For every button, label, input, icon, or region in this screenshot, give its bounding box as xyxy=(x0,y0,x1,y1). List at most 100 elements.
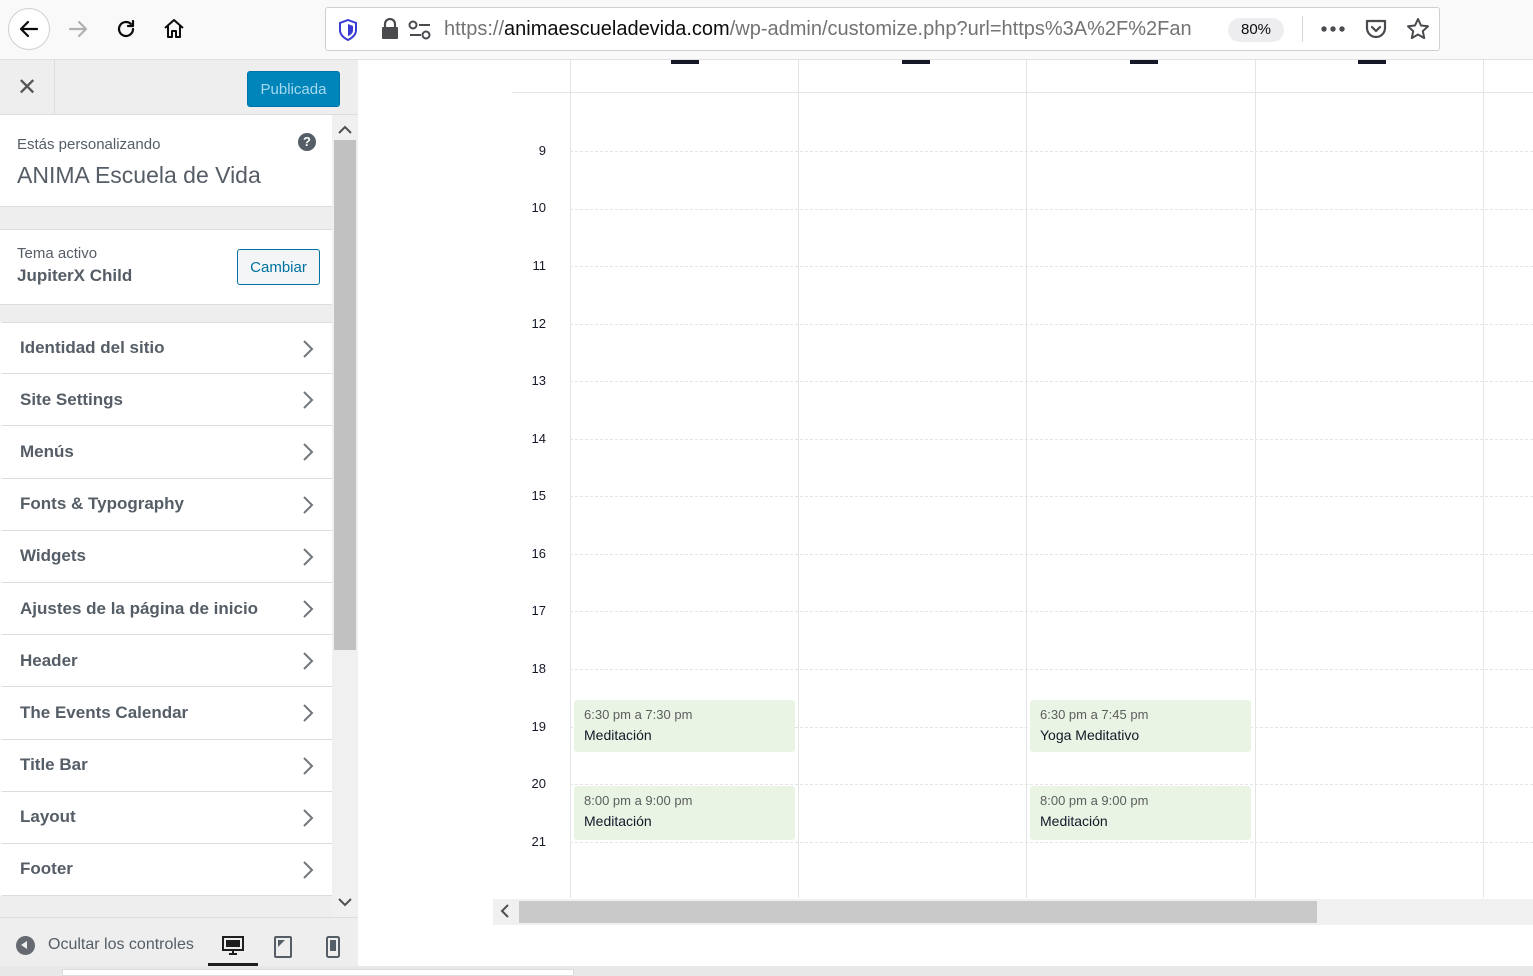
day-number-cropped xyxy=(902,60,930,64)
site-title: ANIMA Escuela de Vida xyxy=(17,162,261,188)
customizer-sidebar: ✕ Publicada Estás personalizando ANIMA E… xyxy=(0,60,358,976)
event-title[interactable]: Meditación xyxy=(584,813,785,829)
chevron-right-icon xyxy=(303,652,314,670)
event-time: 8:00 pm a 9:00 pm xyxy=(1040,793,1149,808)
url-prefix: https:// xyxy=(444,18,505,40)
hour-label: 14 xyxy=(531,431,546,446)
calendar-event[interactable]: 6:30 pm a 7:45 pm Yoga Meditativo xyxy=(1030,700,1251,752)
chevron-right-icon xyxy=(303,600,314,618)
collapse-icon[interactable] xyxy=(16,936,35,955)
event-time: 6:30 pm a 7:30 pm xyxy=(584,707,693,722)
more-actions-icon[interactable] xyxy=(1320,24,1346,34)
preview-horizontal-scrollbar[interactable] xyxy=(493,899,1533,925)
event-title[interactable]: Yoga Meditativo xyxy=(1040,727,1241,743)
lock-icon[interactable] xyxy=(380,18,400,40)
active-theme-section: Tema activo JupiterX Child Cambiar xyxy=(0,229,332,305)
customizer-info: Estás personalizando ANIMA Escuela de Vi… xyxy=(0,115,332,207)
panel-site-settings[interactable]: Site Settings xyxy=(0,374,332,427)
panel-site-identity[interactable]: Identidad del sitio xyxy=(0,322,332,375)
panel-title-bar[interactable]: Title Bar xyxy=(0,739,332,792)
customizer-panels-scroll[interactable]: Estás personalizando ANIMA Escuela de Vi… xyxy=(0,115,332,957)
day-column xyxy=(570,60,571,898)
hour-label: 17 xyxy=(531,603,546,618)
scroll-down-icon[interactable] xyxy=(337,895,353,911)
bottom-frame-strip xyxy=(0,966,1533,976)
sidebar-scrollbar-thumb[interactable] xyxy=(334,140,356,650)
panel-label: Menús xyxy=(20,441,74,461)
mobile-icon xyxy=(326,936,340,958)
hour-label: 18 xyxy=(531,661,546,676)
theme-name: JupiterX Child xyxy=(17,266,133,285)
panel-footer[interactable]: Footer xyxy=(0,843,332,897)
panel-homepage-settings[interactable]: Ajustes de la página de inicio xyxy=(0,582,332,636)
tablet-icon xyxy=(274,936,292,958)
scroll-left-icon[interactable] xyxy=(499,903,511,919)
url-text[interactable]: https://animaescueladevida.com/wp-admin/… xyxy=(444,18,1214,41)
panel-label: Footer xyxy=(20,859,73,879)
hide-controls-button[interactable]: Ocultar los controles xyxy=(48,936,194,954)
home-button[interactable] xyxy=(154,9,194,49)
desktop-icon xyxy=(222,935,244,955)
chevron-right-icon xyxy=(303,391,314,409)
chevron-right-icon xyxy=(303,340,314,358)
panel-header[interactable]: Header xyxy=(0,635,332,688)
hour-label: 12 xyxy=(531,316,546,331)
hour-label: 21 xyxy=(531,834,546,849)
preview-mobile-button[interactable] xyxy=(308,928,358,966)
hour-gridline xyxy=(570,496,1533,497)
hour-gridline xyxy=(570,266,1533,267)
panel-menus[interactable]: Menús xyxy=(0,426,332,479)
hour-gridline xyxy=(570,381,1533,382)
arrow-left-icon xyxy=(19,20,39,38)
hour-label: 9 xyxy=(538,143,546,158)
help-icon[interactable]: ? xyxy=(298,133,316,151)
forward-button[interactable] xyxy=(58,9,98,49)
event-time: 8:00 pm a 9:00 pm xyxy=(584,793,693,808)
day-column xyxy=(798,60,799,898)
chevron-right-icon xyxy=(303,808,314,827)
hour-label: 16 xyxy=(531,546,546,561)
panel-label: Ajustes de la página de inicio xyxy=(20,598,259,618)
url-path: /wp-admin/customize.php?url=https%3A%2F%… xyxy=(729,18,1192,40)
hour-label: 19 xyxy=(531,719,546,734)
preview-desktop-button[interactable] xyxy=(208,928,258,966)
pocket-icon[interactable] xyxy=(1364,18,1388,40)
site-preview[interactable]: 9 10 11 12 13 14 15 16 17 18 19 20 21 6:… xyxy=(359,60,1533,976)
url-bar[interactable]: https://animaescueladevida.com/wp-admin/… xyxy=(325,7,1440,51)
permissions-icon[interactable] xyxy=(408,19,432,41)
event-title[interactable]: Meditación xyxy=(1040,813,1241,829)
customizing-kicker: Estás personalizando xyxy=(17,136,161,153)
calendar-event[interactable]: 8:00 pm a 9:00 pm Meditación xyxy=(1030,786,1251,840)
shield-icon[interactable] xyxy=(338,19,358,41)
calendar-event[interactable]: 6:30 pm a 7:30 pm Meditación xyxy=(574,700,795,752)
close-customizer-button[interactable]: ✕ xyxy=(0,60,55,115)
zoom-indicator[interactable]: 80% xyxy=(1228,18,1284,42)
chevron-right-icon xyxy=(303,548,314,566)
preview-tablet-button[interactable] xyxy=(258,928,308,966)
publish-button[interactable]: Publicada xyxy=(247,71,340,107)
theme-kicker: Tema activo xyxy=(17,245,98,262)
browser-toolbar: https://animaescueladevida.com/wp-admin/… xyxy=(0,0,1533,60)
week-view-calendar: 9 10 11 12 13 14 15 16 17 18 19 20 21 6:… xyxy=(512,60,1533,898)
back-button[interactable] xyxy=(8,8,50,50)
hour-label: 10 xyxy=(531,200,546,215)
panel-label: The Events Calendar xyxy=(20,702,189,722)
sidebar-scrollbar[interactable] xyxy=(332,115,358,957)
event-time: 6:30 pm a 7:45 pm xyxy=(1040,707,1149,722)
chevron-right-icon xyxy=(303,756,314,775)
panel-list: Identidad del sitio Site Settings Menús … xyxy=(0,322,332,897)
scroll-up-icon[interactable] xyxy=(337,121,353,137)
reload-button[interactable] xyxy=(106,9,146,49)
panel-widgets[interactable]: Widgets xyxy=(0,530,332,583)
event-title[interactable]: Meditación xyxy=(584,727,785,743)
urlbar-divider xyxy=(1302,16,1303,42)
change-theme-button[interactable]: Cambiar xyxy=(237,249,320,285)
panel-label: Layout xyxy=(20,807,76,827)
panel-layout[interactable]: Layout xyxy=(0,791,332,844)
panel-events-calendar[interactable]: The Events Calendar xyxy=(0,687,332,740)
panel-fonts-typography[interactable]: Fonts & Typography xyxy=(0,478,332,531)
calendar-event[interactable]: 8:00 pm a 9:00 pm Meditación xyxy=(574,786,795,840)
bookmark-star-icon[interactable] xyxy=(1406,17,1430,41)
hour-gridline xyxy=(570,784,1533,785)
horizontal-scrollbar-thumb[interactable] xyxy=(519,901,1317,923)
